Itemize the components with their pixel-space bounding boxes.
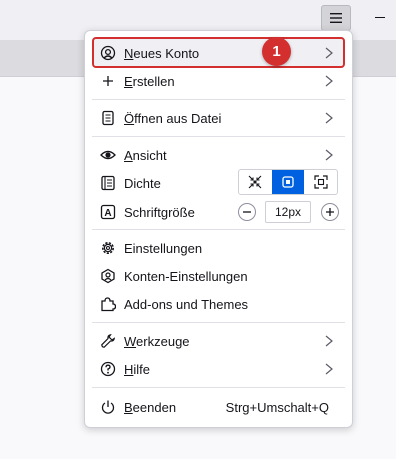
menu-item-view[interactable]: Ansicht bbox=[92, 141, 345, 169]
eye-icon bbox=[100, 147, 116, 163]
menu-item-open-file[interactable]: Öffnen aus Datei bbox=[92, 104, 345, 132]
menu-item-label: Neues Konto bbox=[124, 46, 200, 61]
density-icon bbox=[100, 175, 116, 191]
menu-separator bbox=[92, 136, 345, 137]
menu-item-label: Dichte bbox=[124, 176, 161, 191]
density-normal-icon bbox=[282, 176, 294, 188]
menu-item-label: Werkzeuge bbox=[124, 334, 190, 349]
menu-item-label: Schriftgröße bbox=[124, 205, 195, 220]
plus-icon bbox=[326, 208, 334, 216]
font-size-icon: A bbox=[100, 204, 116, 220]
menu-item-create[interactable]: Erstellen bbox=[92, 67, 345, 95]
chevron-right-icon bbox=[325, 47, 333, 59]
svg-text:A: A bbox=[104, 208, 111, 219]
menu-separator bbox=[92, 322, 345, 323]
help-icon bbox=[100, 361, 116, 377]
chevron-right-icon bbox=[325, 363, 333, 375]
account-icon bbox=[100, 45, 116, 61]
chevron-right-icon bbox=[325, 75, 333, 87]
menu-item-label: Konten-Einstellungen bbox=[124, 269, 248, 284]
puzzle-icon bbox=[100, 296, 116, 312]
account-settings-icon bbox=[100, 268, 116, 284]
chevron-right-icon bbox=[325, 149, 333, 161]
app-menu-button[interactable] bbox=[321, 5, 351, 31]
keyboard-shortcut: Strg+Umschalt+Q bbox=[225, 400, 329, 415]
font-size-value: 12px bbox=[265, 201, 311, 223]
gear-icon bbox=[100, 240, 116, 256]
menu-item-new-account[interactable]: Neues Konto bbox=[92, 37, 345, 68]
density-touch-button[interactable] bbox=[304, 170, 337, 194]
annotation-badge: 1 bbox=[262, 37, 291, 66]
menu-item-settings[interactable]: Einstellungen bbox=[92, 234, 345, 262]
minimize-button[interactable] bbox=[375, 17, 385, 18]
plus-icon bbox=[100, 73, 116, 89]
menu-item-label: Öffnen aus Datei bbox=[124, 111, 222, 126]
menu-item-help[interactable]: Hilfe bbox=[92, 355, 345, 383]
density-normal-button[interactable] bbox=[271, 170, 305, 194]
menu-separator bbox=[92, 99, 345, 100]
density-touch-icon bbox=[314, 175, 328, 189]
menu-item-account-settings[interactable]: Konten-Einstellungen bbox=[92, 262, 345, 290]
menu-item-label: Erstellen bbox=[124, 74, 175, 89]
menu-item-label: Add-ons und Themes bbox=[124, 297, 249, 312]
menu-item-quit[interactable]: Beenden Strg+Umschalt+Q bbox=[92, 393, 345, 421]
menu-item-tools[interactable]: Werkzeuge bbox=[92, 327, 345, 355]
density-compact-icon bbox=[248, 175, 262, 189]
menu-item-label: Einstellungen bbox=[124, 241, 203, 256]
menu-item-label: Hilfe bbox=[124, 362, 151, 377]
power-icon bbox=[100, 399, 116, 415]
wrench-icon bbox=[100, 333, 116, 349]
density-toggle-group bbox=[238, 169, 338, 195]
menu-item-label: Ansicht bbox=[124, 148, 167, 163]
chevron-right-icon bbox=[325, 112, 333, 124]
chevron-right-icon bbox=[325, 335, 333, 347]
font-size-decrease-button[interactable] bbox=[238, 203, 256, 221]
menu-item-addons[interactable]: Add-ons und Themes bbox=[92, 290, 345, 318]
font-size-increase-button[interactable] bbox=[321, 203, 339, 221]
hamburger-icon bbox=[330, 13, 342, 23]
minus-icon bbox=[243, 211, 251, 213]
menu-separator bbox=[92, 229, 345, 230]
density-compact-button[interactable] bbox=[239, 170, 272, 194]
document-icon bbox=[100, 110, 116, 126]
menu-item-label: Beenden bbox=[124, 400, 177, 415]
menu-separator bbox=[92, 387, 345, 388]
